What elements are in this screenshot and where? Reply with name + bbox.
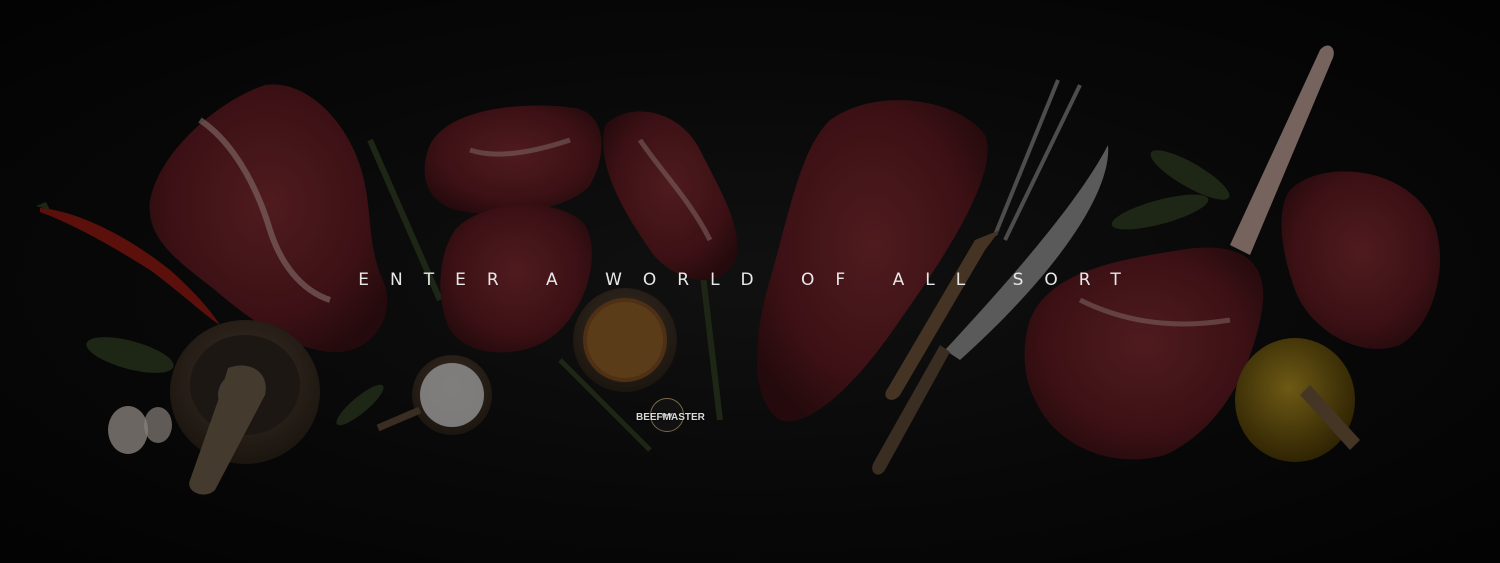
brand-name: BEEFMASTER: [636, 412, 705, 423]
garlic: [108, 406, 148, 454]
olive-oil-bottle: [1235, 338, 1355, 462]
ribeye-steak-1: [424, 105, 602, 214]
hero-banner: ENTER A WORLD OF ALL SORT BEEFMASTER: [0, 0, 1500, 563]
ribeye-steak-2: [603, 111, 738, 281]
hero-headline: ENTER A WORLD OF ALL SORT: [358, 270, 1142, 290]
ribeye-steak-4: [1281, 171, 1440, 349]
brand-logo[interactable]: BEEFMASTER: [636, 398, 705, 444]
beef-tenderloin: [756, 100, 988, 422]
